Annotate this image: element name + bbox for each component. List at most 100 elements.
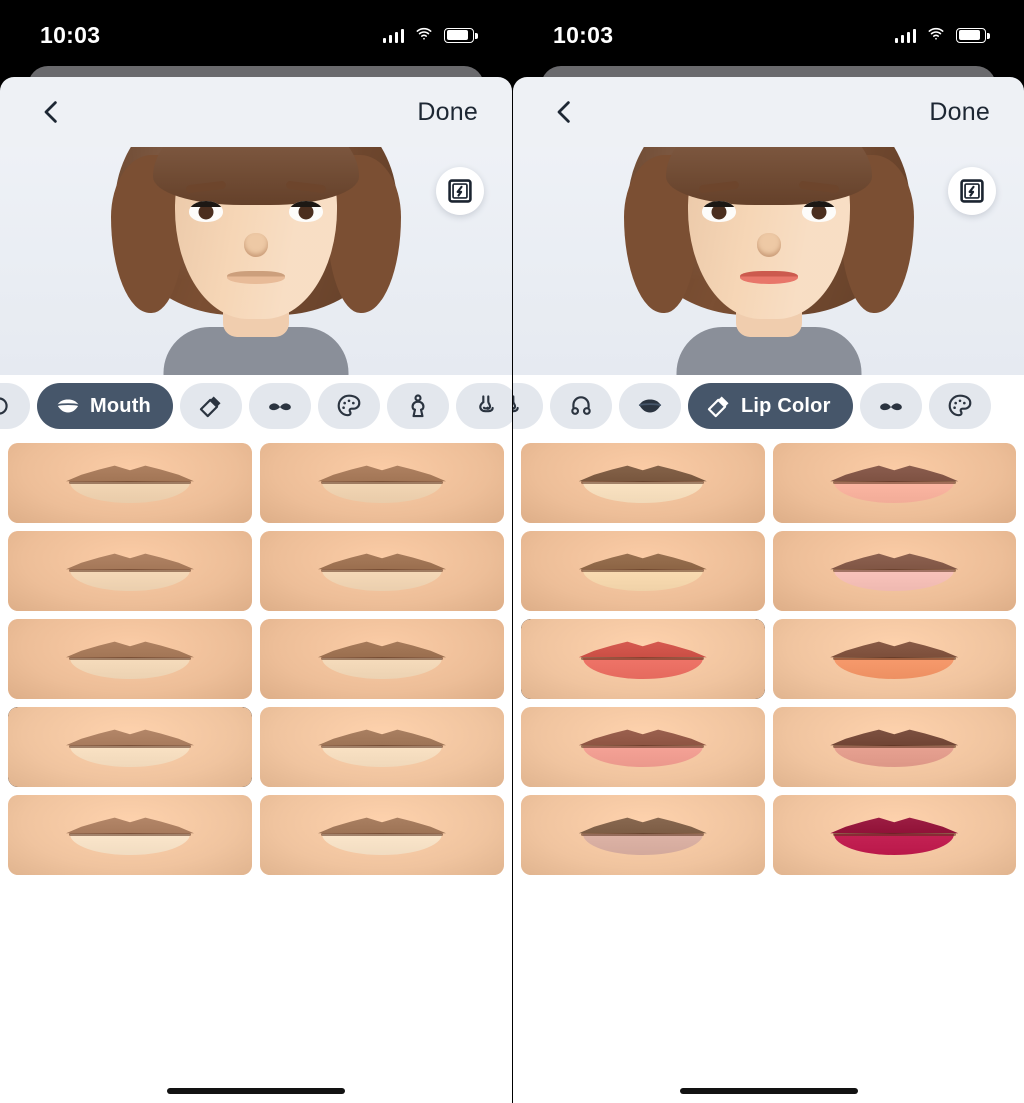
tab-palette[interactable] [317,383,380,429]
category-tab-bar[interactable]: Mouth [0,375,512,437]
lip-thumbnail [578,727,707,767]
category-tab-bar[interactable]: Lip Color [513,375,1024,437]
lip-color-option-10[interactable] [772,795,1016,875]
home-indicator[interactable] [167,1088,345,1094]
lip-line [832,833,956,836]
eye-left [189,201,223,222]
upper-lip [830,817,959,834]
upper-lip [318,817,446,834]
status-icons [382,27,478,43]
tab-partial[interactable] [0,383,30,429]
mouth-option-10[interactable] [260,795,504,875]
lip-line [68,833,192,836]
mouth-option-3[interactable] [8,531,252,611]
lip-color-option-4[interactable] [772,531,1016,611]
lip-thumbnail [578,639,707,679]
lip-color-option-8[interactable] [772,707,1016,787]
back-button[interactable] [547,95,581,129]
lip-thumbnail [578,815,707,855]
lower-lip [322,746,442,767]
lip-line [68,569,192,572]
tab-body[interactable] [386,383,449,429]
navigation-bar: Done [0,77,512,147]
option-grid[interactable] [513,437,1024,1103]
lower-lip [834,834,955,855]
upper-lip [830,729,959,746]
upper-lip [578,729,707,746]
tab-mustache[interactable] [859,383,922,429]
lower-lip [834,570,955,591]
lip-line [68,657,192,660]
avatar-mouth [739,271,798,284]
body-icon [405,393,431,419]
mouth-option-1[interactable] [8,443,252,523]
tab-nose[interactable] [455,383,512,429]
lower-lip [70,482,190,503]
lower-lip [70,570,190,591]
tab-label: Mouth [90,394,151,417]
upper-lip [318,729,446,746]
lip-color-option-3[interactable] [521,531,765,611]
randomize-button[interactable] [948,167,996,215]
hair-fringe [665,147,872,205]
mustache-icon [878,393,904,419]
lip-line [832,569,956,572]
status-bar: 10:03 [513,0,1024,70]
upper-lip [66,641,194,658]
upper-lip [318,465,446,482]
lip-line [581,569,705,572]
randomize-button[interactable] [436,167,484,215]
home-indicator[interactable] [679,1088,858,1094]
back-button[interactable] [34,95,68,129]
tab-nose[interactable] [513,383,543,429]
status-time: 10:03 [553,21,614,48]
mouth-option-2[interactable] [260,443,504,523]
lip-line [581,833,705,836]
lip-line [320,833,444,836]
lip-color-option-9[interactable] [521,795,765,875]
lip-thumbnail [318,639,446,679]
lip-line [581,481,705,484]
done-button[interactable]: Done [929,98,990,127]
upper-lip [578,553,707,570]
lip-thumbnail [66,815,194,855]
upper-lip [66,465,194,482]
tab-lipstick[interactable] [179,383,242,429]
tab-mouth[interactable]: Mouth [37,383,173,429]
mouth-option-4[interactable] [260,531,504,611]
lipstick-icon [706,393,732,419]
lip-color-option-2[interactable] [772,443,1016,523]
status-time: 10:03 [40,21,101,48]
lip-thumbnail [830,551,959,591]
lip-color-option-1[interactable] [521,443,765,523]
lower-lip [70,658,190,679]
tab-mustache[interactable] [248,383,311,429]
status-icons [894,27,990,43]
lip-line [832,481,956,484]
earrings-icon [568,393,594,419]
tab-lip-color[interactable]: Lip Color [688,383,853,429]
done-button[interactable]: Done [417,98,478,127]
mouth-option-8[interactable] [260,707,504,787]
tab-palette[interactable] [928,383,991,429]
upper-lip [578,465,707,482]
upper-lip [66,817,194,834]
lip-thumbnail [830,727,959,767]
lip-line [581,745,705,748]
option-grid[interactable] [0,437,512,1103]
lip-color-option-6[interactable] [772,619,1016,699]
lip-line [68,745,192,748]
lip-color-option-7[interactable] [521,707,765,787]
palette-icon [336,393,362,419]
mouth-option-5[interactable] [8,619,252,699]
lip-color-option-5[interactable] [521,619,765,699]
phone-screenshot-left: 10:03 Done Mouth [0,0,512,1103]
lip-thumbnail [66,463,194,503]
mouth-option-9[interactable] [8,795,252,875]
mouth-option-6[interactable] [260,619,504,699]
tab-earrings[interactable] [550,383,612,429]
tab-lips[interactable] [619,383,681,429]
lipstick-icon [198,393,224,419]
mouth-option-7[interactable] [8,707,252,787]
lip-line [320,657,444,660]
